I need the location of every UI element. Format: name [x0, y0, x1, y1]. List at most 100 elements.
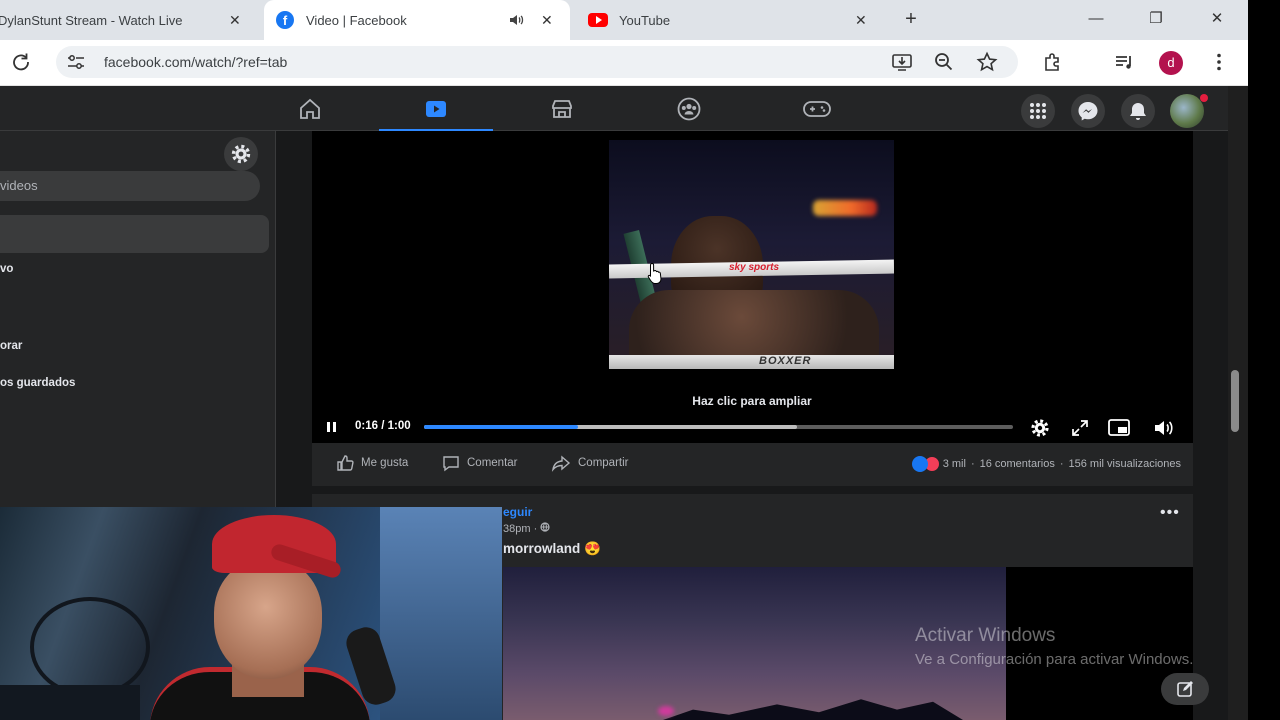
post-stats: 3 mil · 16 comentarios · 156 mil visuali…	[911, 456, 1181, 472]
comment-icon	[443, 456, 459, 472]
new-tab-button[interactable]: +	[900, 8, 922, 30]
picture-in-picture-icon[interactable]	[1107, 417, 1131, 439]
restore-window-button[interactable]: ❐	[1146, 9, 1166, 29]
nav-home[interactable]	[253, 86, 367, 131]
post-actions: Me gusta Comentar Compartir 3 mil · 16 c…	[312, 448, 1193, 478]
bell-icon	[1130, 103, 1146, 120]
comment-count[interactable]: 16 comentarios	[980, 458, 1055, 470]
arena-lights	[813, 200, 877, 216]
media-controls-icon[interactable]	[1113, 51, 1135, 73]
new-message-button[interactable]	[1161, 673, 1209, 705]
extensions-icon[interactable]	[1042, 51, 1064, 73]
site-settings-icon[interactable]	[66, 53, 86, 71]
sidebar-item-saved-videos[interactable]: os guardados	[0, 377, 75, 389]
home-icon	[300, 98, 320, 119]
close-tab-icon[interactable]: ✕	[541, 12, 553, 29]
notifications-button[interactable]	[1121, 94, 1155, 128]
ring-rope-lower	[609, 355, 894, 369]
broadcaster-logo: sky sports	[729, 262, 780, 273]
compose-edit-icon	[1177, 681, 1193, 697]
reload-icon[interactable]	[10, 51, 32, 73]
close-tab-icon[interactable]: ✕	[229, 12, 241, 29]
page-scrollbar[interactable]	[1228, 86, 1248, 720]
share-label: Compartir	[578, 457, 629, 469]
screen-edge	[1248, 0, 1280, 720]
activate-windows-title: Activar Windows	[915, 625, 1056, 646]
close-tab-icon[interactable]: ✕	[855, 12, 867, 29]
tab-dylanstunt-stream[interactable]: DylanStunt Stream - Watch Live ✕	[0, 0, 262, 40]
grid-menu-icon	[1030, 103, 1046, 119]
follow-link[interactable]: eguir	[503, 505, 532, 519]
zoom-icon[interactable]	[933, 51, 955, 73]
bookmark-star-icon[interactable]	[976, 51, 998, 73]
messenger-button[interactable]	[1071, 94, 1105, 128]
tab-youtube[interactable]: YouTube ✕	[574, 0, 874, 40]
tab-title: YouTube	[619, 12, 671, 28]
played-fill	[424, 425, 578, 429]
nav-watch[interactable]	[379, 86, 493, 132]
video-progress-bar[interactable]	[424, 425, 1013, 429]
stage-light	[658, 706, 674, 716]
install-app-icon[interactable]	[891, 51, 913, 73]
like-reaction-icon	[911, 456, 928, 472]
sidebar-item-live[interactable]: vo	[0, 263, 13, 275]
reaction-count[interactable]: 3 mil	[943, 458, 966, 470]
pause-icon[interactable]	[326, 420, 338, 434]
watch-settings-button[interactable]	[224, 137, 258, 171]
speaker-playing-icon[interactable]	[508, 12, 524, 28]
share-icon	[551, 455, 571, 472]
youtube-favicon-icon	[588, 13, 608, 27]
browser-tab-strip: DylanStunt Stream - Watch Live ✕ f Video…	[0, 0, 1248, 40]
profile-avatar[interactable]: d	[1159, 51, 1183, 75]
thumbs-up-icon	[337, 455, 354, 471]
video-settings-gear-icon[interactable]	[1028, 416, 1052, 440]
fullscreen-icon[interactable]	[1070, 418, 1090, 438]
timestamp-text: 38pm ·	[503, 523, 541, 535]
globe-icon	[540, 522, 550, 532]
nav-gaming[interactable]	[757, 86, 871, 131]
sidebar-item-selected[interactable]	[0, 215, 269, 253]
search-placeholder: videos	[0, 178, 38, 193]
tab-video-facebook[interactable]: f Video | Facebook ✕	[264, 0, 570, 40]
post-more-options-button[interactable]: •••	[1160, 504, 1180, 522]
close-window-button[interactable]: ✕	[1207, 9, 1227, 29]
menu-grid-button[interactable]	[1021, 94, 1055, 128]
click-to-expand-hint[interactable]: Haz clic para ampliar	[612, 394, 892, 408]
post-timestamp: 38pm ·	[503, 522, 550, 535]
chrome-menu-icon[interactable]	[1208, 51, 1230, 73]
comment-label: Comentar	[467, 457, 518, 469]
nav-marketplace[interactable]	[505, 86, 619, 131]
time-display: 0:16 / 1:00	[355, 420, 411, 432]
url-text[interactable]: facebook.com/watch/?ref=tab	[104, 54, 287, 70]
like-label: Me gusta	[361, 457, 409, 469]
account-avatar[interactable]	[1170, 94, 1204, 128]
watch-video-icon	[426, 101, 446, 117]
share-button[interactable]: Compartir	[551, 454, 628, 472]
activate-windows-subtitle: Ve a Configuración para activar Windows.	[915, 651, 1194, 668]
mouse-cursor-icon	[647, 262, 662, 284]
streamer-face	[214, 559, 322, 679]
like-button[interactable]: Me gusta	[336, 454, 408, 472]
notification-dot	[1200, 94, 1208, 102]
tab-title: Video | Facebook	[306, 12, 407, 28]
scrollbar-thumb[interactable]	[1231, 370, 1239, 432]
promoter-logo: BOXXER	[759, 355, 812, 367]
groups-icon	[677, 97, 701, 121]
sidebar-item-explore[interactable]: orar	[0, 340, 22, 352]
bicycle-wheel	[30, 597, 150, 697]
minimize-window-button[interactable]: —	[1086, 9, 1106, 29]
screen: DylanStunt Stream - Watch Live ✕ f Video…	[0, 0, 1280, 720]
volume-icon[interactable]	[1152, 417, 1176, 439]
address-bar[interactable]: facebook.com/watch/?ref=tab	[56, 46, 1018, 78]
background-shelf	[0, 685, 140, 720]
video-frame-boxing[interactable]: sky sports BOXXER	[609, 140, 894, 369]
marketplace-icon	[552, 100, 572, 118]
facebook-top-nav	[0, 86, 1228, 132]
search-videos-input[interactable]: videos	[0, 171, 260, 201]
nav-groups[interactable]	[631, 86, 745, 131]
browser-toolbar: facebook.com/watch/?ref=tab d	[0, 40, 1248, 86]
stage-silhouette	[663, 699, 963, 720]
post-text: morrowland 😍	[503, 541, 601, 556]
facebook-favicon-icon: f	[276, 11, 294, 29]
comment-button[interactable]: Comentar	[442, 454, 518, 472]
